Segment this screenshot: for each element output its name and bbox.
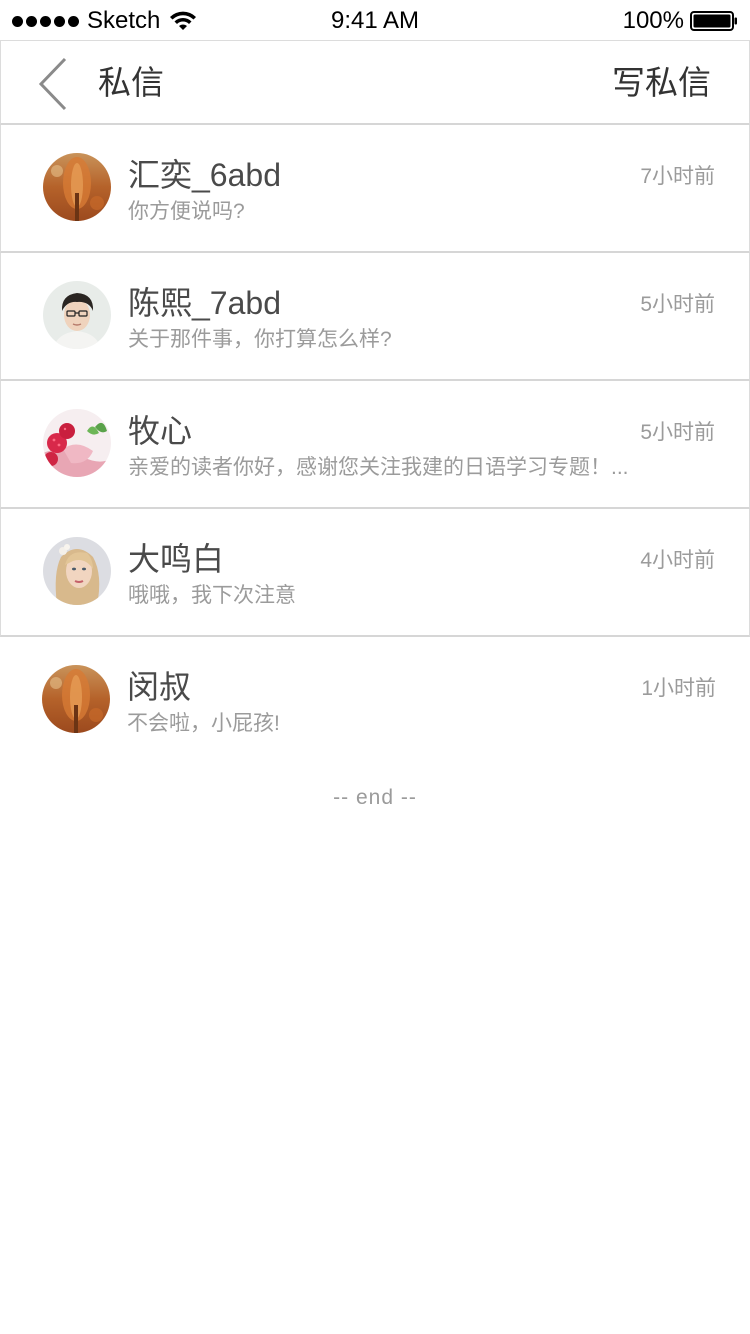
message-item[interactable]: 牧心 亲爱的读者你好，感谢您关注我建的日语学习专题！... 5小时前 xyxy=(0,381,750,509)
message-time: 5小时前 xyxy=(640,421,715,444)
sender-name: 陈熙_7abd xyxy=(128,285,281,321)
message-preview: 关于那件事，你打算怎么样? xyxy=(128,328,392,351)
avatar-autumn-tree-image xyxy=(42,665,110,733)
avatar-blonde-woman-image xyxy=(43,537,111,605)
message-time: 1小时前 xyxy=(641,677,716,700)
message-time: 4小时前 xyxy=(640,549,715,572)
nav-header: 私信 写私信 xyxy=(0,40,750,125)
sender-name: 牧心 xyxy=(128,413,193,449)
message-item[interactable]: 大鸣白 哦哦，我下次注意 4小时前 xyxy=(0,509,750,637)
compose-message-button[interactable]: 写私信 xyxy=(612,63,711,103)
end-of-list-label: -- end -- xyxy=(333,786,417,809)
message-list: 汇奕_6abd 你方便说吗? 7小时前 陈熙_7abd 关于那件事，你打算怎么样… xyxy=(0,125,750,765)
message-preview: 不会啦，小屁孩! xyxy=(127,712,280,735)
status-right: 100% xyxy=(623,6,738,36)
message-preview: 亲爱的读者你好，感谢您关注我建的日语学习专题！... xyxy=(128,456,629,479)
message-time: 7小时前 xyxy=(640,165,715,188)
avatar xyxy=(43,409,111,477)
chevron-left-icon xyxy=(38,57,67,111)
avatar xyxy=(43,153,111,221)
battery-icon xyxy=(690,11,737,31)
sender-name: 闵叔 xyxy=(127,669,192,705)
sender-name: 大鸣白 xyxy=(128,541,225,577)
avatar xyxy=(43,281,111,349)
avatar-autumn-tree-image xyxy=(43,153,111,221)
message-item[interactable]: 汇奕_6abd 你方便说吗? 7小时前 xyxy=(0,125,750,253)
message-item[interactable]: 闵叔 不会啦，小屁孩! 1小时前 xyxy=(0,637,750,765)
avatar xyxy=(42,665,110,733)
status-bar: Sketch 9:41 AM 100% xyxy=(0,0,750,40)
avatar-young-man-image xyxy=(43,281,111,349)
message-item[interactable]: 陈熙_7abd 关于那件事，你打算怎么样? 5小时前 xyxy=(0,253,750,381)
message-preview: 哦哦，我下次注意 xyxy=(128,584,296,607)
back-button[interactable] xyxy=(31,55,75,113)
page-title: 私信 xyxy=(98,64,164,101)
message-time: 5小时前 xyxy=(640,293,715,316)
avatar xyxy=(43,537,111,605)
message-preview: 你方便说吗? xyxy=(128,200,245,223)
avatar-raspberry-dessert-image xyxy=(43,409,111,477)
battery-percentage: 100% xyxy=(622,7,684,34)
sender-name: 汇奕_6abd xyxy=(128,157,281,193)
